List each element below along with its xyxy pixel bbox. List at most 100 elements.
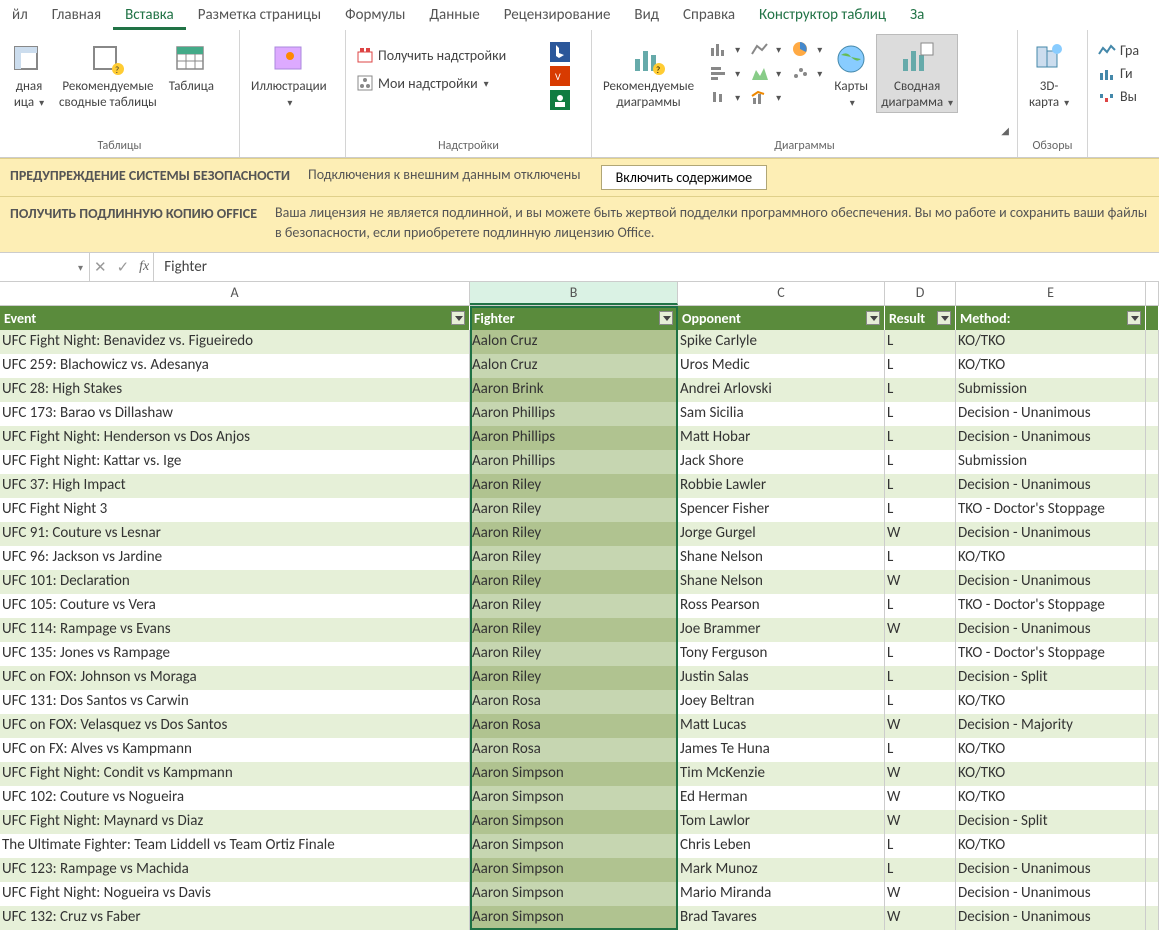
header-method[interactable]: Method: xyxy=(956,306,1146,330)
cell-event[interactable]: UFC 96: Jackson vs Jardine xyxy=(0,546,470,570)
cell-result[interactable]: W xyxy=(885,618,956,642)
cell-event[interactable]: UFC 102: Couture vs Nogueira xyxy=(0,786,470,810)
cell-extra[interactable] xyxy=(1146,834,1159,858)
table-row[interactable]: UFC 91: Couture vs LesnarAaron RileyJorg… xyxy=(0,522,1159,546)
cell-extra[interactable] xyxy=(1146,906,1159,930)
combo-chart-button[interactable]: ▾ xyxy=(746,86,785,108)
cell-fighter[interactable]: Aaron Riley xyxy=(470,666,678,690)
cell-result[interactable]: W xyxy=(885,906,956,930)
cell-result[interactable]: L xyxy=(885,474,956,498)
worksheet[interactable]: Event Fighter Opponent Result Method: UF… xyxy=(0,306,1159,930)
cell-method[interactable]: Submission xyxy=(956,450,1146,474)
recommended-charts-button[interactable]: ? Рекомендуемыедиаграммы xyxy=(598,34,699,113)
sparkline-win-button[interactable]: Вы xyxy=(1094,86,1141,107)
cell-event[interactable]: UFC 123: Rampage vs Machida xyxy=(0,858,470,882)
cell-extra[interactable] xyxy=(1146,618,1159,642)
cell-method[interactable]: KO/TKO xyxy=(956,738,1146,762)
cell-result[interactable]: W xyxy=(885,762,956,786)
cell-fighter[interactable]: Aaron Simpson xyxy=(470,786,678,810)
cell-fighter[interactable]: Aaron Riley xyxy=(470,522,678,546)
cell-method[interactable]: KO/TKO xyxy=(956,330,1146,354)
cell-method[interactable]: KO/TKO xyxy=(956,762,1146,786)
cell-extra[interactable] xyxy=(1146,666,1159,690)
header-result[interactable]: Result xyxy=(885,306,956,330)
table-row[interactable]: UFC 105: Couture vs VeraAaron RileyRoss … xyxy=(0,594,1159,618)
tab-tabledesign[interactable]: Конструктор таблиц xyxy=(747,2,898,30)
tab-extra[interactable]: За xyxy=(898,2,936,30)
cell-opponent[interactable]: Justin Salas xyxy=(678,666,885,690)
tab-layout[interactable]: Разметка страницы xyxy=(186,2,333,30)
cell-opponent[interactable]: Spike Carlyle xyxy=(678,330,885,354)
cell-opponent[interactable]: Spencer Fisher xyxy=(678,498,885,522)
accept-formula-icon[interactable]: ✓ xyxy=(117,258,130,277)
cell-result[interactable]: L xyxy=(885,402,956,426)
cell-opponent[interactable]: James Te Huna xyxy=(678,738,885,762)
cell-extra[interactable] xyxy=(1146,762,1159,786)
table-row[interactable]: UFC 28: High StakesAaron BrinkAndrei Arl… xyxy=(0,378,1159,402)
cell-event[interactable]: UFC 173: Barao vs Dillashaw xyxy=(0,402,470,426)
cell-result[interactable]: W xyxy=(885,882,956,906)
table-row[interactable]: UFC on FOX: Johnson vs MoragaAaron Riley… xyxy=(0,666,1159,690)
cell-opponent[interactable]: Joey Beltran xyxy=(678,690,885,714)
cell-event[interactable]: UFC Fight Night: Nogueira vs Davis xyxy=(0,882,470,906)
formula-input[interactable]: Fighter xyxy=(154,253,1159,281)
cell-method[interactable]: Decision - Split xyxy=(956,666,1146,690)
column-chart-button[interactable]: ▾ xyxy=(705,38,744,60)
cell-extra[interactable] xyxy=(1146,330,1159,354)
cell-extra[interactable] xyxy=(1146,498,1159,522)
cell-event[interactable]: UFC on FOX: Johnson vs Moraga xyxy=(0,666,470,690)
cell-method[interactable]: Decision - Unanimous xyxy=(956,426,1146,450)
cell-method[interactable]: Decision - Unanimous xyxy=(956,858,1146,882)
cell-fighter[interactable]: Aaron Phillips xyxy=(470,450,678,474)
cell-extra[interactable] xyxy=(1146,474,1159,498)
pivot-table-button[interactable]: днаяица ▾ xyxy=(6,34,52,113)
tab-insert[interactable]: Вставка xyxy=(113,2,186,30)
cell-fighter[interactable]: Aaron Simpson xyxy=(470,906,678,930)
cell-method[interactable]: Decision - Unanimous xyxy=(956,906,1146,930)
cell-event[interactable]: The Ultimate Fighter: Team Liddell vs Te… xyxy=(0,834,470,858)
cell-result[interactable]: L xyxy=(885,834,956,858)
cell-fighter[interactable]: Aaron Simpson xyxy=(470,882,678,906)
cell-opponent[interactable]: Mario Miranda xyxy=(678,882,885,906)
table-row[interactable]: UFC 123: Rampage vs MachidaAaron Simpson… xyxy=(0,858,1159,882)
cell-method[interactable]: KO/TKO xyxy=(956,546,1146,570)
cell-extra[interactable] xyxy=(1146,882,1159,906)
cell-event[interactable]: UFC Fight Night: Condit vs Kampmann xyxy=(0,762,470,786)
tab-formulas[interactable]: Формулы xyxy=(333,2,417,30)
cell-opponent[interactable]: Jack Shore xyxy=(678,450,885,474)
cell-result[interactable]: L xyxy=(885,642,956,666)
tab-file[interactable]: йл xyxy=(0,2,40,30)
cell-result[interactable]: L xyxy=(885,858,956,882)
table-row[interactable]: UFC 101: DeclarationAaron RileyShane Nel… xyxy=(0,570,1159,594)
cell-opponent[interactable]: Brad Tavares xyxy=(678,906,885,930)
cell-event[interactable]: UFC Fight Night: Henderson vs Dos Anjos xyxy=(0,426,470,450)
cell-fighter[interactable]: Aaron Riley xyxy=(470,642,678,666)
cell-extra[interactable] xyxy=(1146,738,1159,762)
cell-opponent[interactable]: Shane Nelson xyxy=(678,570,885,594)
cell-opponent[interactable]: Tim McKenzie xyxy=(678,762,885,786)
header-extra[interactable] xyxy=(1146,306,1159,330)
cell-event[interactable]: UFC on FOX: Velasquez vs Dos Santos xyxy=(0,714,470,738)
table-row[interactable]: UFC 135: Jones vs RampageAaron RileyTony… xyxy=(0,642,1159,666)
cell-opponent[interactable]: Matt Lucas xyxy=(678,714,885,738)
cell-extra[interactable] xyxy=(1146,810,1159,834)
col-header-a[interactable]: A xyxy=(0,282,470,305)
cell-opponent[interactable]: Uros Medic xyxy=(678,354,885,378)
cell-event[interactable]: UFC 37: High Impact xyxy=(0,474,470,498)
cell-opponent[interactable]: Chris Leben xyxy=(678,834,885,858)
table-row[interactable]: UFC Fight Night: Nogueira vs DavisAaron … xyxy=(0,882,1159,906)
tab-main[interactable]: Главная xyxy=(40,2,113,30)
cell-event[interactable]: UFC 259: Blachowicz vs. Adesanya xyxy=(0,354,470,378)
cell-extra[interactable] xyxy=(1146,402,1159,426)
cell-fighter[interactable]: Aaron Simpson xyxy=(470,834,678,858)
cell-event[interactable]: UFC 131: Dos Santos vs Carwin xyxy=(0,690,470,714)
cell-method[interactable]: KO/TKO xyxy=(956,354,1146,378)
cell-result[interactable]: L xyxy=(885,546,956,570)
cell-fighter[interactable]: Aaron Riley xyxy=(470,474,678,498)
cell-method[interactable]: Decision - Unanimous xyxy=(956,522,1146,546)
table-row[interactable]: UFC on FOX: Velasquez vs Dos SantosAaron… xyxy=(0,714,1159,738)
cell-extra[interactable] xyxy=(1146,690,1159,714)
header-fighter[interactable]: Fighter xyxy=(470,306,678,330)
cell-extra[interactable] xyxy=(1146,426,1159,450)
cell-opponent[interactable]: Robbie Lawler xyxy=(678,474,885,498)
